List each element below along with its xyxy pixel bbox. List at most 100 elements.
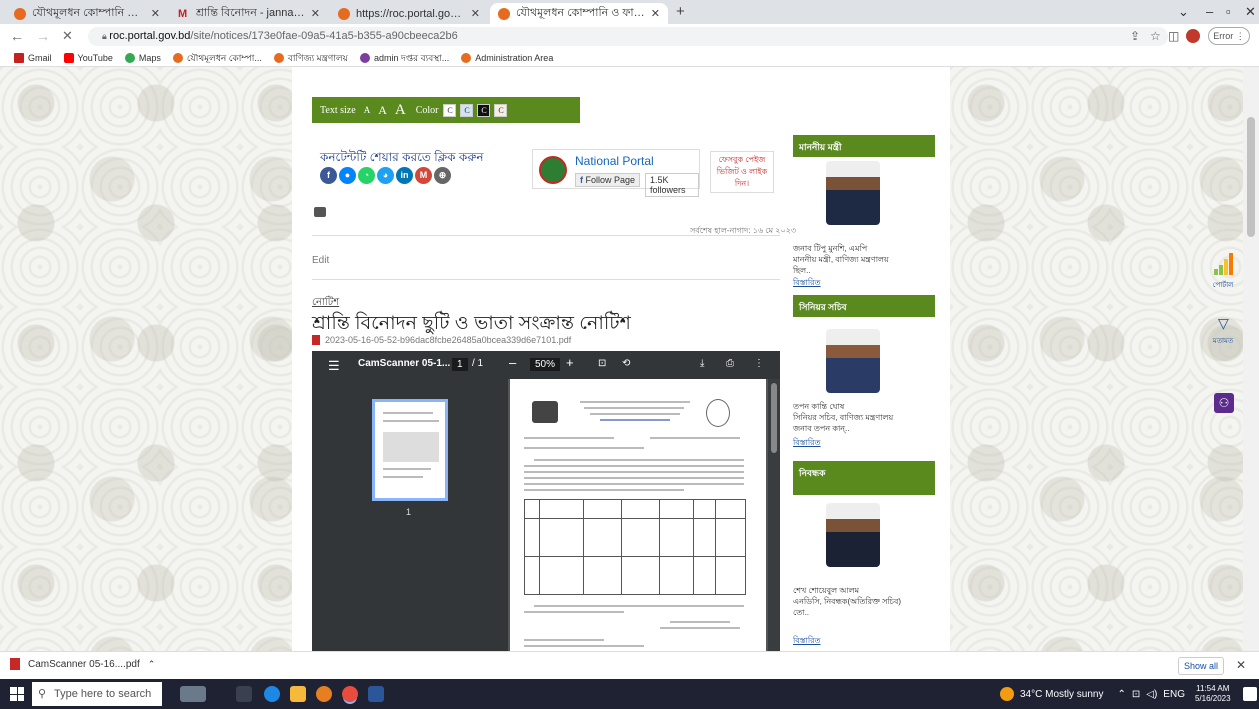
linkedin-icon[interactable]: in [396,167,413,184]
roc-icon [338,7,350,20]
zoom-in-button[interactable]: + [566,355,574,370]
bookmark-label: বাণিজ্য মন্ত্রণালয় [287,52,348,63]
color-black-button[interactable]: C [477,103,491,117]
bookmark-commerce[interactable]: বাণিজ্য মন্ত্রণালয় [273,51,348,66]
facebook-icon[interactable]: f [320,167,337,184]
facebook-page-note[interactable]: ফেসবুক পেইজ ভিজিট ও লাইক দিন। [710,151,774,193]
stop-icon[interactable]: ✕ [62,28,73,44]
menu-icon[interactable]: ☰ [328,358,340,374]
print-icon[interactable]: ⎙ [726,358,734,369]
file-explorer-icon[interactable] [290,686,306,702]
accessibility-icon[interactable]: ⚇ [1214,393,1234,413]
bookmark-administration[interactable]: Administration Area [461,53,553,63]
new-tab-button[interactable]: + [676,3,685,20]
forward-icon[interactable]: → [36,28,50,44]
minimize-button[interactable]: – [1206,4,1213,19]
page-scrollbar[interactable] [1243,67,1259,651]
bookmark-roc[interactable]: যৌথমূলধন কোম্পা... [172,51,262,66]
pdf-viewer[interactable]: ☰ CamScanner 05-1... 1 / 1 – 50% + ⊡ ⟲ ⤓… [312,351,780,651]
chrome-icon[interactable] [342,686,358,702]
color-cream-button[interactable]: C [494,103,508,117]
bookmark-maps[interactable]: Maps [124,53,161,63]
bookmark-youtube[interactable]: YouTube [63,53,113,63]
weather-icon[interactable] [1000,687,1014,701]
firefox-icon[interactable] [316,686,332,702]
chevron-up-icon[interactable]: ⌃ [148,659,156,670]
clock[interactable]: 11:54 AM 5/16/2023 [1195,684,1231,704]
zoom-out-button[interactable]: – [509,355,516,370]
pdf-page [510,379,766,651]
more-share-icon[interactable]: ⊕ [434,167,451,184]
text-medium-button[interactable]: A [378,103,387,118]
profile-error-button[interactable]: Error ⋮ [1208,27,1250,45]
task-view-icon[interactable] [236,686,252,702]
page-number-input[interactable]: 1 [452,358,468,371]
close-tab-icon[interactable]: ✕ [651,7,660,20]
more-options-icon[interactable]: ⋮ [754,358,764,369]
edit-link[interactable]: Edit [312,255,329,266]
close-tab-icon[interactable]: ✕ [471,7,480,20]
fit-page-icon[interactable]: ⊡ [598,358,606,369]
page-thumbnail[interactable] [372,399,448,501]
language-indicator[interactable]: ENG [1163,689,1185,700]
address-bar[interactable]: 🔒︎ roc.portal.gov.bd/site/notices/173e0f… [88,27,1168,46]
rotate-icon[interactable]: ⟲ [622,358,630,369]
word-icon[interactable] [368,686,384,702]
close-download-bar-icon[interactable]: ✕ [1236,658,1246,672]
text-large-button[interactable]: A [395,102,406,119]
national-portal-link[interactable]: National Portal [575,154,654,168]
tray-chevron-icon[interactable]: ⌃ [1117,689,1125,700]
minister-info: জনাব টিপু মুনশি, এমপি মাননীয় মন্ত্রী, ব… [793,243,935,276]
tab-gmail[interactable]: M শ্রান্তি বিনোদন - jannatulruma18 ✕ [170,3,328,24]
notification-icon[interactable] [1242,687,1257,701]
bookmark-star-icon[interactable]: ☆ [1150,29,1161,43]
edge-icon[interactable] [264,686,280,702]
close-window-button[interactable]: ✕ [1245,4,1256,20]
gmail-icon[interactable]: M [415,167,432,184]
follow-page-button[interactable]: f Follow Page [575,173,641,187]
network-icon[interactable]: ⊡ [1132,689,1140,700]
bookmark-admin[interactable]: admin দপ্তর ব্যবস্থা... [359,51,449,66]
registrar-details-link[interactable]: বিস্তারিত [793,635,821,648]
share-icon[interactable]: ⇪ [1130,29,1140,43]
windows-start-icon[interactable] [10,687,24,701]
portal-label[interactable]: পোর্টাল [1208,279,1238,291]
twitter-icon[interactable]: ◕ [377,167,394,184]
text-small-button[interactable]: A [364,105,371,115]
feedback-label[interactable]: মতামত [1208,335,1238,347]
tab-npfadmin[interactable]: https://roc.portal.gov.bd/npfadm ✕ [330,3,488,24]
secretary-role: সিনিয়র সচিব, বাণিজ্য মন্ত্রণালয় [793,413,894,422]
volume-icon[interactable]: ◁) [1146,689,1157,700]
feedback-icon[interactable]: ▽ [1218,315,1229,332]
weather-text[interactable]: 34°C Mostly sunny [1020,689,1103,700]
bookmark-gmail[interactable]: Gmail [14,53,52,63]
sidepanel-icon[interactable]: ◫ [1168,29,1179,43]
taskbar-search-input[interactable]: ⚲ Type here to search [32,682,162,706]
secretary-details-link[interactable]: বিস্তারিত [793,437,821,450]
pdf-scrollbar[interactable] [768,379,780,651]
download-icon[interactable]: ⤓ [700,358,704,369]
secretary-header: সিনিয়র সচিব [793,295,935,317]
close-tab-icon[interactable]: ✕ [151,7,160,20]
back-icon[interactable]: ← [10,28,24,44]
messenger-icon[interactable]: ● [339,167,356,184]
zoom-level[interactable]: 50% [530,358,561,371]
color-blue-button[interactable]: C [460,103,474,117]
avatar[interactable] [1186,29,1200,43]
tab-roc-1[interactable]: যৌথমূলধন কোম্পানি ও ফার্মসমূহে ✕ [6,3,168,24]
show-all-button[interactable]: Show all [1178,657,1224,675]
close-tab-icon[interactable]: ✕ [311,7,320,20]
tab-search-icon[interactable]: ⌄ [1178,4,1189,20]
pdf-download-link[interactable]: 2023-05-16-05-52-b96dac8fcbe26485a0bcea3… [312,335,571,345]
color-white-button[interactable]: C [443,103,457,117]
download-item[interactable]: CamScanner 05-16....pdf ⌃ [10,658,155,670]
tab-roc-active[interactable]: যৌথমূলধন কোম্পানি ও ফার্মসমূহে ✕ [490,3,668,24]
print-icon[interactable] [314,207,326,217]
portal-chart-icon[interactable] [1214,253,1234,275]
maximize-button[interactable]: ▫ [1226,4,1231,19]
bookmark-label: YouTube [77,53,113,63]
whatsapp-icon[interactable]: ◔ [358,167,375,184]
minister-details-link[interactable]: বিস্তারিত [793,277,821,290]
pdf-title: CamScanner 05-1... [358,358,451,369]
people-icon[interactable] [180,686,206,702]
